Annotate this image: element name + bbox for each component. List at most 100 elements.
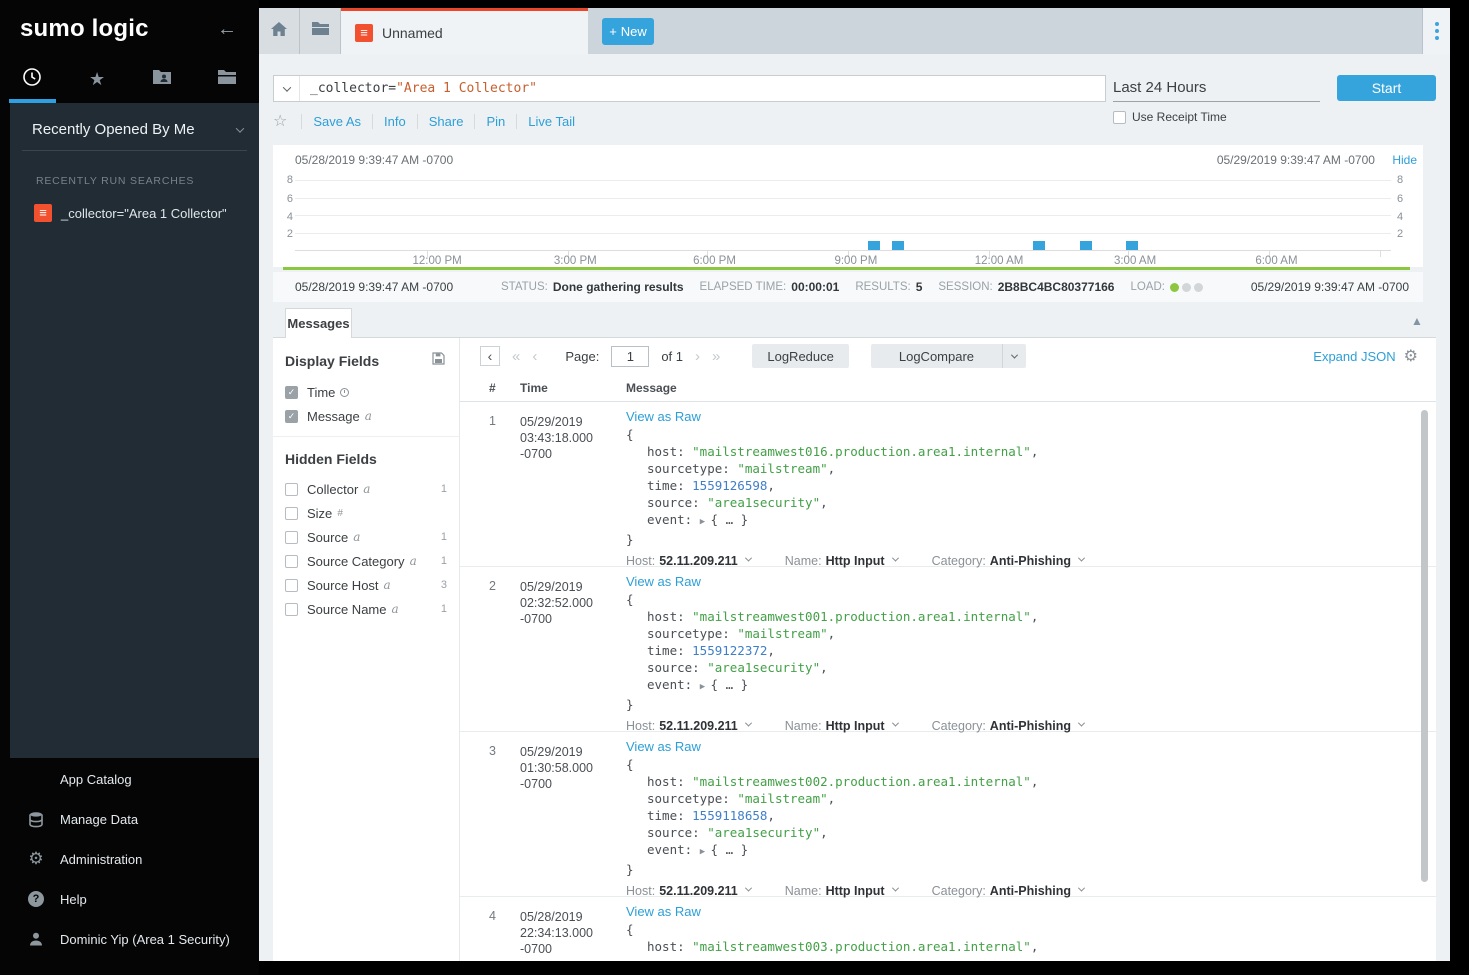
row-date: 05/29/2019 (520, 579, 620, 595)
json-line: sourcetype: "mailstream", (626, 790, 1396, 807)
logcompare-dropdown[interactable] (1002, 344, 1026, 368)
view-as-raw-link[interactable]: View as Raw (626, 409, 701, 424)
field-row[interactable]: Size# (273, 501, 459, 525)
time-range-selector[interactable]: Last 24 Hours (1113, 75, 1320, 102)
logreduce-button[interactable]: LogReduce (752, 344, 849, 368)
view-as-raw-link[interactable]: View as Raw (626, 739, 701, 754)
expand-json-link[interactable]: Expand JSON (1313, 349, 1395, 364)
field-checkbox[interactable] (285, 555, 298, 568)
field-row[interactable]: ✓Messagea (273, 404, 459, 428)
use-receipt-time[interactable]: Use Receipt Time (1113, 110, 1227, 124)
json-line: source: "area1security", (626, 824, 1396, 841)
hide-histogram-link[interactable]: Hide (1392, 153, 1417, 167)
status-value: 2B8BC4BC80377166 (998, 280, 1115, 294)
start-button[interactable]: Start (1337, 75, 1436, 101)
json-close-brace: } (626, 861, 1396, 878)
histogram-bar[interactable] (1126, 241, 1138, 250)
histogram-bar[interactable] (1033, 241, 1045, 250)
json-line: time: 1559126598, (626, 477, 1396, 494)
field-row[interactable]: Source Namea1 (273, 597, 459, 621)
home-tab-button[interactable] (259, 8, 300, 54)
json-line: host: "mailstreamwest001.production.area… (626, 608, 1396, 625)
sidebar-item-manage-data[interactable]: Manage Data (0, 799, 259, 839)
info-link[interactable]: Info (372, 114, 417, 129)
next-page-button[interactable]: › (695, 348, 700, 365)
nav-personal-folder[interactable] (130, 58, 195, 100)
meta-field-dropdown[interactable]: Category:Anti-Phishing (932, 554, 1084, 568)
field-type-icon: a (363, 482, 370, 496)
field-checkbox[interactable] (285, 507, 298, 520)
field-row[interactable]: Source Hosta3 (273, 573, 459, 597)
sidebar-item-app-catalog[interactable]: App Catalog (0, 759, 259, 799)
view-as-raw-link[interactable]: View as Raw (626, 904, 701, 919)
meta-field-dropdown[interactable]: Name:Http Input (785, 719, 898, 733)
page-input[interactable] (611, 346, 649, 367)
nav-library[interactable] (194, 58, 259, 100)
sidebar-item-help[interactable]: ? Help (0, 879, 259, 919)
nav-recents[interactable] (0, 58, 65, 100)
meta-field-dropdown[interactable]: Name:Http Input (785, 884, 898, 898)
field-row[interactable]: Source Categorya1 (273, 549, 459, 573)
save-as-link[interactable]: Save As (301, 114, 372, 129)
nav-favorites[interactable]: ★ (65, 58, 130, 100)
expand-event-icon[interactable]: ▶ (700, 682, 711, 692)
view-as-raw-link[interactable]: View as Raw (626, 574, 701, 589)
live-tail-link[interactable]: Live Tail (516, 114, 586, 129)
recently-opened-dropdown[interactable]: Recently Opened By Me (22, 103, 247, 151)
field-checkbox[interactable] (285, 531, 298, 544)
save-fields-icon[interactable] (432, 352, 445, 370)
histogram-bar[interactable] (1080, 241, 1092, 250)
last-page-button[interactable]: » (712, 348, 720, 365)
meta-field-dropdown[interactable]: Category:Anti-Phishing (932, 884, 1084, 898)
load-indicator (1170, 283, 1203, 292)
meta-field-dropdown[interactable]: Host:52.11.209.211 (626, 884, 751, 898)
tab-messages[interactable]: Messages (285, 308, 352, 338)
row-date: 05/28/2019 (520, 909, 620, 925)
expand-event-icon[interactable]: ▶ (700, 847, 711, 857)
tab-unnamed[interactable]: ≡ Unnamed (341, 8, 588, 54)
field-checkbox[interactable] (285, 579, 298, 592)
logcompare-button[interactable]: LogCompare (871, 344, 1002, 368)
meta-field-dropdown[interactable]: Name:Http Input (785, 554, 898, 568)
sidebar-collapse-arrow-icon[interactable]: ← (217, 18, 237, 41)
histogram-plot[interactable]: 8 6 4 2 8 6 4 2 12:00 PM3:00 PM6:00 PM9:… (295, 180, 1391, 250)
sidebar-item-administration[interactable]: ⚙ Administration (0, 839, 259, 879)
meta-field-dropdown[interactable]: Category:Anti-Phishing (932, 719, 1084, 733)
field-checkbox[interactable] (285, 483, 298, 496)
field-checkbox[interactable]: ✓ (285, 386, 298, 399)
pin-link[interactable]: Pin (474, 114, 516, 129)
new-tab-button[interactable]: + New (602, 18, 654, 45)
collapse-fields-button[interactable]: ‹ (480, 346, 500, 366)
prev-page-button[interactable]: ‹ (532, 348, 537, 365)
share-link[interactable]: Share (417, 114, 475, 129)
meta-field-dropdown[interactable]: Host:52.11.209.211 (626, 719, 751, 733)
json-value: "area1security" (707, 825, 820, 840)
message-meta: Host:52.11.209.211 Name:Http Input Categor… (626, 719, 1396, 733)
field-row[interactable]: ✓Time (273, 380, 459, 404)
receipt-time-checkbox[interactable] (1113, 111, 1126, 124)
results-toolbar: ‹ « ‹ Page: of 1 › » LogReduce LogCompar… (460, 338, 1436, 374)
sidebar-item-user[interactable]: Dominic Yip (Area 1 Security) (0, 919, 259, 959)
histogram-bar[interactable] (868, 241, 880, 250)
collapse-panel-icon[interactable]: ▲ (1411, 314, 1423, 328)
message-row: 105/29/201903:43:18.000 -0700View as Raw… (460, 402, 1436, 567)
field-row[interactable]: Sourcea1 (273, 525, 459, 549)
search-query-input[interactable]: _collector="Area 1 Collector" (273, 75, 1106, 102)
recent-search-item[interactable]: ≡ _collector="Area 1 Collector" (10, 199, 259, 227)
settings-gear-icon[interactable]: ⚙ (1404, 346, 1418, 366)
field-checkbox[interactable] (285, 603, 298, 616)
json-key: sourcetype: (647, 461, 737, 476)
field-label: Collector (307, 482, 358, 497)
scrollbar-thumb[interactable] (1421, 410, 1428, 882)
field-row[interactable]: Collectora1 (273, 477, 459, 501)
folder-tab-button[interactable] (300, 8, 341, 54)
expand-event-icon[interactable]: ▶ (700, 517, 711, 527)
first-page-button[interactable]: « (512, 348, 520, 365)
query-history-dropdown[interactable] (274, 76, 300, 101)
field-checkbox[interactable]: ✓ (285, 410, 298, 423)
json-line: time: 1559118658, (626, 807, 1396, 824)
favorite-star-icon[interactable]: ☆ (273, 111, 287, 131)
meta-field-dropdown[interactable]: Host:52.11.209.211 (626, 554, 751, 568)
histogram-bar[interactable] (892, 241, 904, 250)
kebab-menu-icon[interactable] (1422, 8, 1450, 54)
